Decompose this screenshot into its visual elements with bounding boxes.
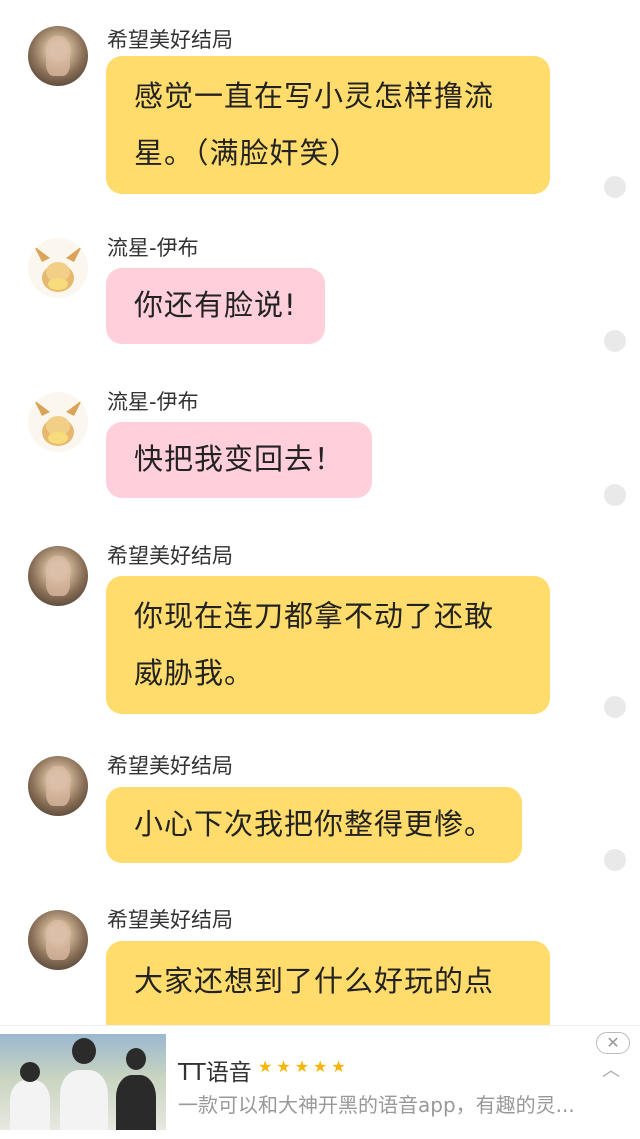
avatar[interactable]: [28, 756, 88, 816]
avatar[interactable]: [28, 238, 88, 298]
message-text: 感觉一直在写小灵怎样撸流星。（满脸奸笑）: [134, 79, 495, 170]
sender-name: 流星-伊布: [107, 390, 199, 414]
status-dot: [604, 849, 626, 871]
ad-image[interactable]: [0, 1034, 166, 1130]
ad-description[interactable]: 一款可以和大神开黑的语音app，有趣的灵...: [178, 1089, 575, 1118]
status-dot: [604, 484, 626, 506]
message-text: 小心下次我把你整得更惨。: [134, 807, 495, 841]
sender-name: 希望美好结局: [107, 754, 233, 778]
ad-person-head: [72, 1038, 96, 1064]
avatar[interactable]: [28, 26, 88, 86]
eevee-avatar-icon: [34, 400, 82, 446]
ad-person-figure: [60, 1070, 108, 1130]
rating-stars: ★★★★★: [258, 1057, 350, 1076]
status-dot: [604, 330, 626, 352]
ad-person-head: [126, 1048, 146, 1070]
sender-name: 希望美好结局: [107, 28, 233, 52]
message-bubble[interactable]: 小心下次我把你整得更惨。: [106, 787, 523, 863]
chat-list[interactable]: 希望美好结局 感觉一直在写小灵怎样撸流星。（满脸奸笑） 流星-伊布 你还有脸说!: [0, 0, 640, 1025]
sender-name: 希望美好结局: [107, 908, 233, 932]
status-dot: [604, 696, 626, 718]
avatar[interactable]: [28, 910, 88, 970]
message-text: 你现在连刀都拿不动了还敢威胁我。: [134, 599, 495, 690]
chevron-up-icon[interactable]: ︿: [602, 1056, 620, 1082]
message-text: 大家还想到了什么好玩的点: [134, 964, 495, 998]
ad-person-figure: [10, 1080, 50, 1130]
ad-person-head: [20, 1062, 40, 1082]
sender-name: 希望美好结局: [107, 544, 233, 568]
ad-banner[interactable]: TT语音 ★★★★★ 一款可以和大神开黑的语音app，有趣的灵...: [0, 1025, 640, 1139]
message-bubble[interactable]: 快把我变回去！: [106, 422, 373, 498]
message-text: 你还有脸说!: [134, 288, 297, 322]
ad-title[interactable]: TT语音: [178, 1053, 252, 1087]
message-bubble[interactable]: 大家还想到了什么好玩的点: [106, 941, 550, 1025]
message-bubble[interactable]: 你还有脸说!: [106, 268, 325, 344]
message-bubble[interactable]: 你现在连刀都拿不动了还敢威胁我。: [106, 576, 550, 714]
eevee-avatar-icon: [34, 246, 82, 292]
avatar[interactable]: [28, 546, 88, 606]
avatar[interactable]: [28, 392, 88, 452]
message-text: 快把我变回去！: [134, 442, 345, 476]
sender-name: 流星-伊布: [107, 236, 199, 260]
message-bubble[interactable]: 感觉一直在写小灵怎样撸流星。（满脸奸笑）: [106, 56, 550, 194]
ad-person-figure: [116, 1075, 156, 1130]
status-dot: [604, 176, 626, 198]
close-icon[interactable]: ✕: [596, 1032, 630, 1054]
